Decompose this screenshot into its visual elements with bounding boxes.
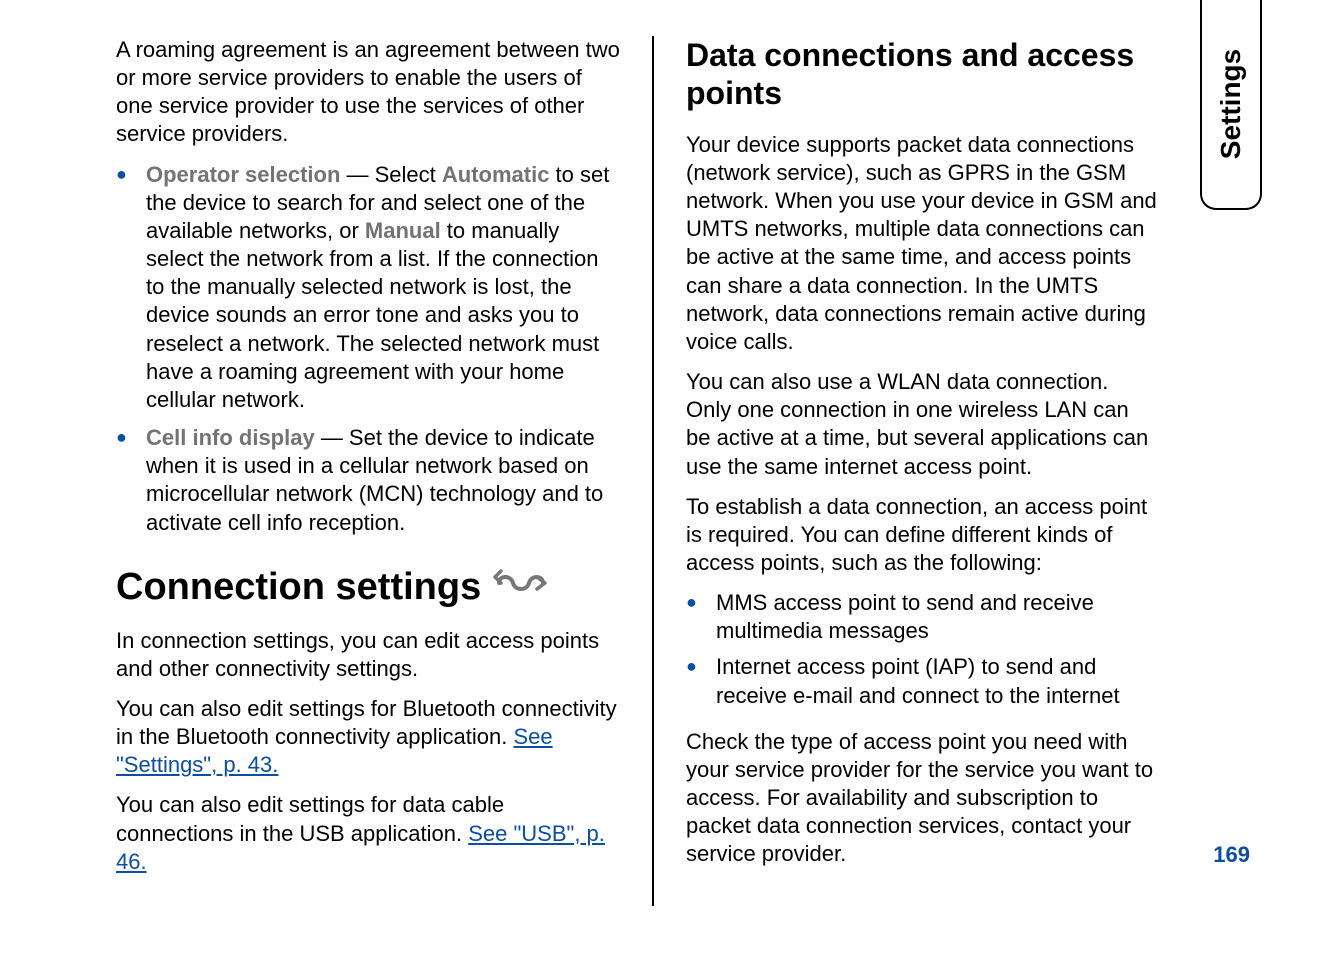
roaming-paragraph: A roaming agreement is an agreement betw… [116, 36, 620, 149]
manual-keyword: Manual [365, 218, 441, 243]
right-column: Data connections and access points Your … [652, 36, 1188, 906]
data-para-1: Your device supports packet data connect… [686, 131, 1158, 356]
side-tab-label: Settings [1215, 49, 1247, 159]
conn-para-2: You can also edit settings for Bluetooth… [116, 695, 620, 779]
data-connections-heading: Data connections and access points [686, 36, 1158, 113]
cell-info-term: Cell info display [146, 425, 315, 450]
conn-para-1: In connection settings, you can edit acc… [116, 627, 620, 683]
connection-settings-heading: Connection settings [116, 565, 620, 611]
data-para-3: To establish a data connection, an acces… [686, 493, 1158, 577]
left-column: A roaming agreement is an agreement betw… [116, 36, 652, 906]
text: You can also edit settings for data cabl… [116, 792, 504, 845]
data-para-4: Check the type of access point you need … [686, 728, 1158, 869]
iap-access-point-item: Internet access point (IAP) to send and … [686, 653, 1158, 709]
mms-access-point-item: MMS access point to send and receive mul… [686, 589, 1158, 645]
conn-para-3: You can also edit settings for data cabl… [116, 791, 620, 875]
data-para-2: You can also use a WLAN data connection.… [686, 368, 1158, 481]
operator-bullet-list: Operator selection — Select Automatic to… [116, 161, 620, 537]
cell-info-display-item: Cell info display — Set the device to in… [116, 424, 620, 537]
text: — Select [340, 162, 441, 187]
operator-selection-item: Operator selection — Select Automatic to… [116, 161, 620, 414]
connection-icon [493, 565, 547, 611]
side-tab: Settings [1200, 0, 1262, 210]
automatic-keyword: Automatic [442, 162, 550, 187]
connection-settings-title: Connection settings [116, 566, 481, 609]
page-number: 169 [1213, 842, 1250, 868]
manual-page: A roaming agreement is an agreement betw… [116, 36, 1188, 906]
access-point-list: MMS access point to send and receive mul… [686, 589, 1158, 710]
text: to manually select the network from a li… [146, 218, 599, 412]
operator-selection-term: Operator selection [146, 162, 340, 187]
